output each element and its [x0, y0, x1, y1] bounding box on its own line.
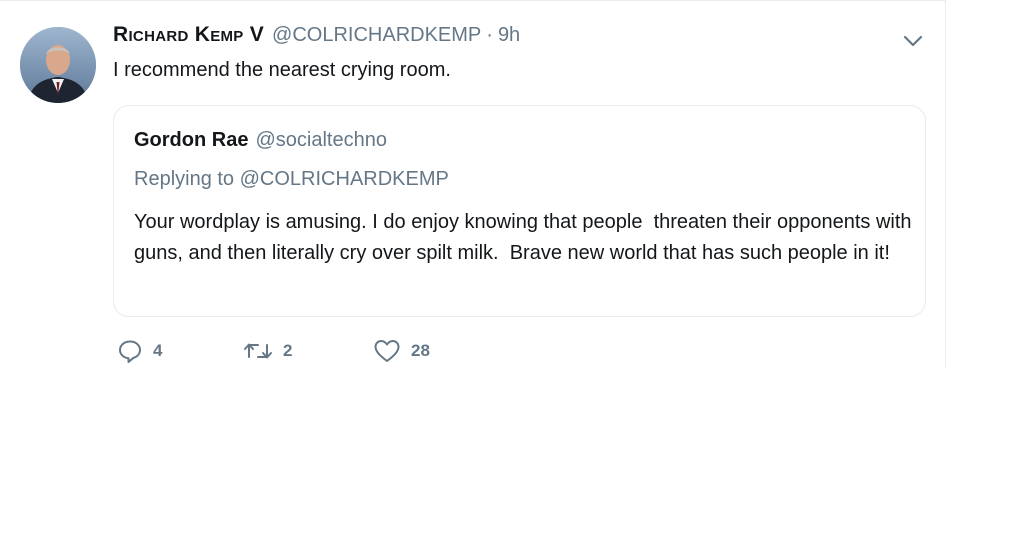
replying-to-handle[interactable]: @COLRICHARDKEMP [240, 168, 449, 190]
retweet-button[interactable]: 2 [243, 338, 292, 364]
chevron-down-icon [903, 35, 923, 47]
quoted-author-name: Gordon Rae [134, 129, 249, 151]
quoted-author-handle: @socialtechno [255, 129, 387, 151]
header-separator: · [486, 24, 493, 46]
tweet-header: Richard Kemp V @COLRICHARDKEMP · 9h [113, 23, 520, 51]
author-display-name[interactable]: Richard Kemp V [113, 23, 264, 47]
like-button[interactable]: 28 [373, 338, 430, 364]
quoted-tweet-text: Your wordplay is amusing. I do enjoy kno… [134, 211, 918, 264]
retweet-count: 2 [283, 341, 293, 360]
user-photo-avatar-icon [20, 27, 96, 103]
author-handle[interactable]: @COLRICHARDKEMP [272, 24, 481, 47]
reply-button[interactable]: 4 [117, 338, 162, 364]
user-avatar[interactable] [20, 27, 96, 103]
replying-to-line: Replying to @COLRICHARDKEMP [134, 168, 449, 191]
retweet-arrows-icon [244, 343, 272, 359]
like-count: 28 [411, 341, 430, 360]
heart-icon [374, 340, 400, 362]
reply-count: 4 [153, 341, 163, 360]
replying-to-label: Replying to [134, 168, 235, 190]
tweet-menu-button[interactable] [900, 31, 926, 51]
comment-bubble-icon [119, 340, 141, 363]
quoted-tweet[interactable]: Gordon Rae @socialtechno Replying to @CO… [113, 105, 926, 317]
quoted-tweet-header: Gordon Rae @socialtechno [134, 129, 387, 152]
tweet-card[interactable]: Richard Kemp V @COLRICHARDKEMP · 9h I re… [0, 0, 946, 368]
tweet-timestamp[interactable]: 9h [498, 24, 520, 47]
tweet-actions: 4 2 28 [117, 338, 537, 364]
tweet-text: I recommend the nearest crying room. [113, 59, 451, 81]
